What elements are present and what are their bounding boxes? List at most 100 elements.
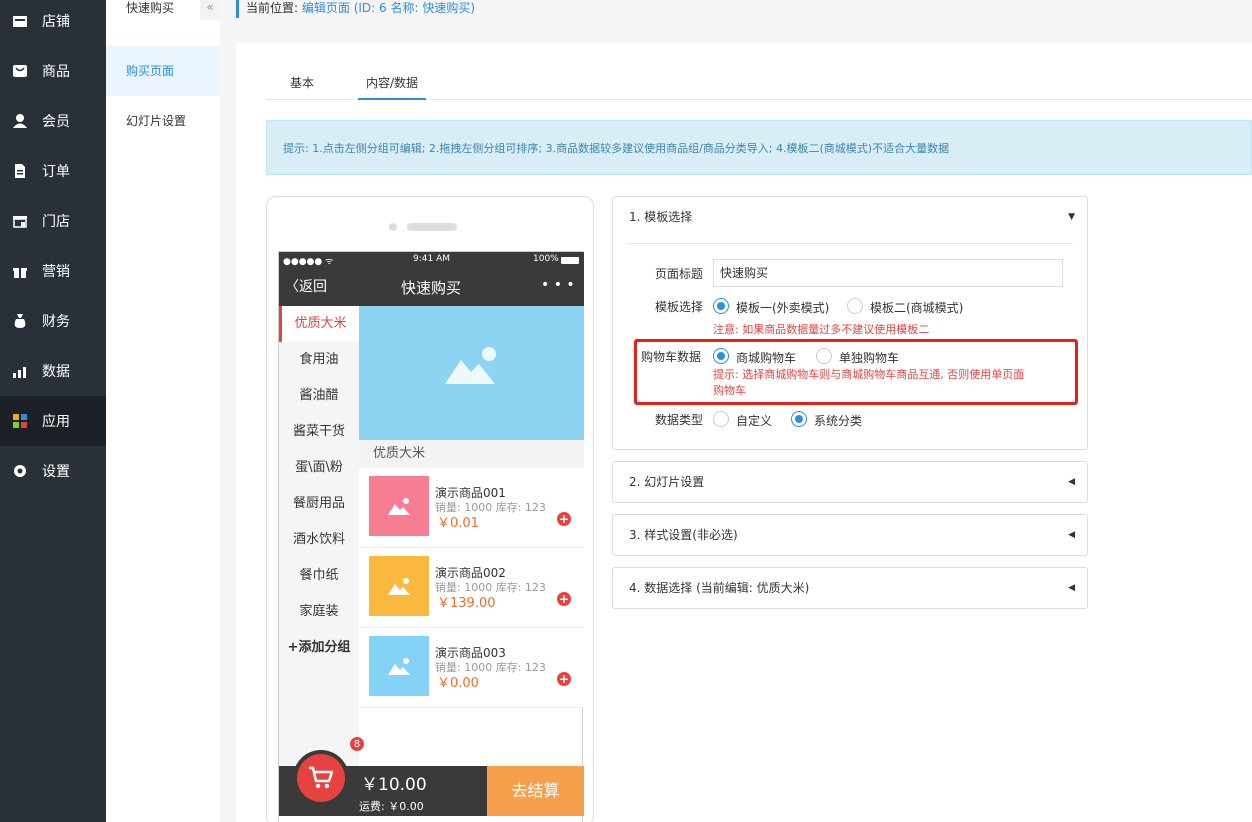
subnav-item-purchase-page[interactable]: 购买页面 xyxy=(106,46,220,96)
panel-style[interactable]: 3. 样式设置(非必选) ◀ xyxy=(612,514,1088,556)
breadcrumb-link[interactable]: 编辑页面 (ID: 6 名称: 快速购买) xyxy=(302,1,475,15)
phone-preview: ●●●●● ᯤ 9:41 AM 100% 〈返回 快速购买 • • • 优质大米… xyxy=(266,196,594,822)
sidebar-item-members[interactable]: 会员 xyxy=(0,96,106,146)
cart-data-label: 购物车数据 xyxy=(641,350,702,364)
category-item[interactable]: 优质大米 xyxy=(279,306,359,342)
sidebar-item-label: 营销 xyxy=(42,264,70,280)
add-to-cart-icon[interactable]: + xyxy=(557,512,571,526)
template-option-2: 模板二(商城模式) xyxy=(870,301,964,315)
data-radio-system[interactable] xyxy=(791,411,807,427)
cart-count-badge: 8 xyxy=(349,736,365,752)
checkout-button[interactable]: 去结算 xyxy=(487,766,584,816)
panel-data-select[interactable]: 4. 数据选择 (当前编辑: 优质大米) ◀ xyxy=(612,567,1088,609)
panel-header: 2. 幻灯片设置 xyxy=(629,475,705,489)
subnav-item-slides[interactable]: 幻灯片设置 xyxy=(106,96,220,146)
user-icon xyxy=(13,114,27,128)
signal-indicator: ●●●●● ᯤ xyxy=(283,257,334,267)
cart-hint: 提示: 选择商城购物车则与商城购物车商品互通, 否则使用单页面 xyxy=(713,368,1025,381)
category-item[interactable]: 餐厨用品 xyxy=(279,486,359,522)
panel-header[interactable]: 1. 模板选择 xyxy=(629,197,692,237)
back-button[interactable]: 〈返回 xyxy=(285,276,327,296)
sidebar-item-label: 门店 xyxy=(42,214,70,230)
finance-icon xyxy=(14,314,26,328)
category-item[interactable]: 酱油醋 xyxy=(279,378,359,414)
order-icon xyxy=(15,164,25,178)
shipping-fee: 运费: ￥0.00 xyxy=(359,800,424,813)
collapse-button[interactable]: « xyxy=(200,0,220,20)
data-type-label: 数据类型 xyxy=(655,413,704,427)
sidebar-item-goods[interactable]: 商品 xyxy=(0,46,106,96)
more-icon[interactable]: • • • xyxy=(541,277,575,293)
product-price: ￥0.01 xyxy=(437,516,479,531)
phone-screen: ●●●●● ᯤ 9:41 AM 100% 〈返回 快速购买 • • • 优质大米… xyxy=(278,251,584,822)
breadcrumb-label: 当前位置: xyxy=(246,1,299,15)
image-placeholder-icon xyxy=(445,347,496,384)
category-item[interactable]: 食用油 xyxy=(279,342,359,378)
data-radio-custom[interactable] xyxy=(713,411,729,427)
template-radio-2[interactable] xyxy=(847,298,863,314)
caret-left-icon: ◀ xyxy=(1068,477,1075,487)
sidebar-item-label: 商品 xyxy=(42,64,70,80)
sidebar-item-marketing[interactable]: 营销 xyxy=(0,246,106,296)
panel-header: 4. 数据选择 (当前编辑: 优质大米) xyxy=(629,581,810,595)
phone-titlebar: 〈返回 快速购买 • • • xyxy=(279,268,584,306)
cart-radio-single[interactable] xyxy=(816,348,832,364)
category-item[interactable]: 酱菜干货 xyxy=(279,414,359,450)
cart-radio-mall[interactable] xyxy=(713,348,729,364)
tab-basic[interactable]: 基本 xyxy=(282,74,322,100)
sidebar-item-stores[interactable]: 门店 xyxy=(0,196,106,246)
template-radio-1[interactable] xyxy=(713,298,729,314)
image-placeholder-icon xyxy=(388,498,410,515)
category-list: 优质大米 食用油 酱油醋 酱菜干货 蛋\面\粉 餐厨用品 酒水饮料 餐巾纸 家庭… xyxy=(279,306,359,776)
sidebar-item-label: 数据 xyxy=(42,364,70,380)
sidebar-item-label: 设置 xyxy=(42,464,70,480)
product-thumbnail xyxy=(369,476,429,536)
battery-icon xyxy=(561,257,579,264)
category-item[interactable]: 餐巾纸 xyxy=(279,558,359,594)
gear-icon xyxy=(14,465,26,477)
cart-button[interactable]: 8 xyxy=(293,736,365,806)
product-thumbnail xyxy=(369,556,429,616)
panel-header: 3. 样式设置(非必选) xyxy=(629,528,738,542)
data-option-system: 系统分类 xyxy=(814,414,863,428)
panel-slides[interactable]: 2. 幻灯片设置 ◀ xyxy=(612,461,1088,503)
caret-down-icon[interactable]: ▼ xyxy=(1068,197,1075,237)
image-placeholder-icon xyxy=(388,658,410,675)
phone-title: 快速购买 xyxy=(401,279,462,297)
subnav-title: 快速购买 xyxy=(126,1,175,15)
category-item[interactable]: 家庭装 xyxy=(279,594,359,630)
product-card[interactable]: 演示商品003 销量: 1000 库存: 123 ￥0.00 + xyxy=(359,628,584,708)
add-to-cart-icon[interactable]: + xyxy=(557,672,571,686)
caret-left-icon: ◀ xyxy=(1068,583,1075,593)
main-content: 基本 内容/数据 提示: 1.点击左侧分组可编辑; 2.拖拽左侧分组可排序; 3… xyxy=(236,42,1252,822)
product-card[interactable]: 演示商品002 销量: 1000 库存: 123 ￥139.00 + xyxy=(359,548,584,628)
category-item[interactable]: 蛋\面\粉 xyxy=(279,450,359,486)
back-label: 返回 xyxy=(299,279,327,295)
sidebar-item-store[interactable]: 店铺 xyxy=(0,0,106,46)
cart-option-mall: 商城购物车 xyxy=(736,351,797,365)
add-to-cart-icon[interactable]: + xyxy=(557,592,571,606)
sidebar-item-settings[interactable]: 设置 xyxy=(0,446,106,496)
apps-icon xyxy=(13,414,27,428)
sidebar-item-label: 应用 xyxy=(42,414,70,430)
product-card[interactable]: 演示商品001 销量: 1000 库存: 123 ￥0.01 + xyxy=(359,468,584,548)
shop-icon xyxy=(13,216,27,228)
sidebar-item-apps[interactable]: 应用 xyxy=(0,396,106,446)
sidebar-item-data[interactable]: 数据 xyxy=(0,346,106,396)
category-item[interactable]: 酒水饮料 xyxy=(279,522,359,558)
main-sidebar: 店铺 商品 会员 订单 门店 营销 财务 数据 应用 设置 xyxy=(0,0,106,822)
data-option-custom: 自定义 xyxy=(736,414,773,428)
page-title-input[interactable]: 快速购买 xyxy=(713,259,1063,287)
goods-icon xyxy=(13,65,27,77)
sidebar-item-finance[interactable]: 财务 xyxy=(0,296,106,346)
sidebar-item-label: 财务 xyxy=(42,314,70,330)
cart-bar: 8 ￥10.00 运费: ￥0.00 去结算 xyxy=(279,736,584,816)
product-thumbnail xyxy=(369,636,429,696)
sidebar-item-orders[interactable]: 订单 xyxy=(0,146,106,196)
breadcrumb: 当前位置: 编辑页面 (ID: 6 名称: 快速购买) xyxy=(236,0,475,18)
add-group-button[interactable]: +添加分组 xyxy=(279,630,359,666)
tab-bar: 基本 内容/数据 xyxy=(266,70,1252,100)
tab-content-data[interactable]: 内容/数据 xyxy=(358,74,427,100)
divider xyxy=(629,243,1073,244)
sub-navigation: 快速购买 « 购买页面 幻灯片设置 xyxy=(106,0,220,822)
